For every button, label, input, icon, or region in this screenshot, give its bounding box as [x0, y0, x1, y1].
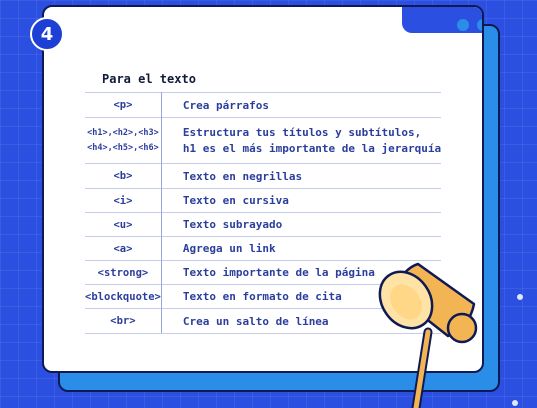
- tag-cell: <p>: [85, 92, 162, 118]
- window-dot: [477, 19, 482, 31]
- description-cell: Agrega un link: [161, 236, 442, 261]
- tag-cell: <a>: [85, 236, 162, 261]
- tag-cell: <br>: [85, 308, 162, 334]
- tag-cell: <u>: [85, 212, 162, 237]
- step-number-badge: 4: [30, 17, 64, 51]
- tag-cell: <b>: [85, 163, 162, 189]
- tag-cell: <strong>: [85, 260, 162, 285]
- description-line: Estructura tus títulos y subtítulos,: [182, 125, 422, 139]
- window-dots-icon: [457, 19, 482, 31]
- table-row: <a> Agrega un link: [85, 236, 442, 261]
- tag-line: <h1>,<h2>,<h3>: [87, 127, 159, 138]
- description-cell: Texto en cursiva: [161, 188, 442, 213]
- description-cell: Texto en negrillas: [161, 163, 442, 189]
- description-cell: Texto subrayado: [161, 212, 442, 237]
- table-row: <h1>,<h2>,<h3> <h4>,<h5>,<h6> Estructura…: [85, 117, 442, 164]
- table-row: <p> Crea párrafos: [85, 92, 442, 118]
- sparkle-icon: [512, 400, 518, 406]
- tag-cell: <blockquote>: [85, 284, 162, 309]
- sparkle-icon: [517, 294, 523, 300]
- table-row: <b> Texto en negrillas: [85, 163, 442, 189]
- description-cell: Crea párrafos: [161, 92, 442, 118]
- lamp-icon: [378, 262, 478, 408]
- description-line: h1 es el más importante de la jerarquía: [182, 141, 442, 155]
- window-dot: [457, 19, 469, 31]
- table-row: <u> Texto subrayado: [85, 212, 442, 237]
- tag-cell: <h1>,<h2>,<h3> <h4>,<h5>,<h6>: [85, 117, 162, 164]
- table-row: <i> Texto en cursiva: [85, 188, 442, 213]
- tag-cell: <i>: [85, 188, 162, 213]
- tag-line: <h4>,<h5>,<h6>: [87, 142, 159, 153]
- description-cell: Estructura tus títulos y subtítulos, h1 …: [161, 117, 442, 164]
- section-heading: Para el texto: [102, 72, 196, 86]
